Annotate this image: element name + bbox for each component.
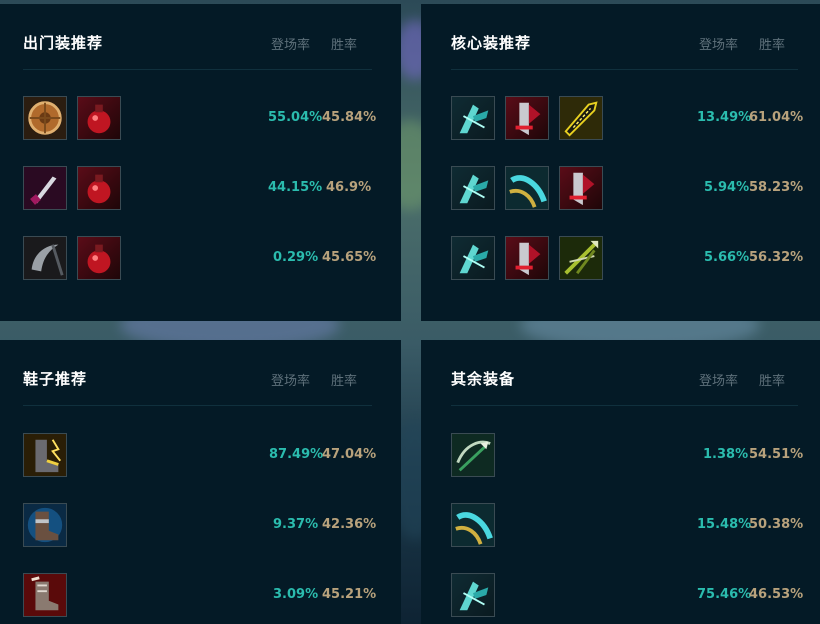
panel-title: 核心装推荐 (451, 34, 532, 52)
win-rate-header: 胜率 (759, 38, 786, 53)
health-potion-icon[interactable] (77, 96, 121, 140)
red-blade-item-icon[interactable] (505, 236, 549, 280)
blue-boots-icon[interactable] (23, 503, 67, 547)
win-rate-header: 胜率 (331, 38, 358, 53)
win-rate: 58.23% (749, 180, 804, 195)
win-rate: 45.65% (322, 250, 377, 265)
win-rate-header: 胜率 (331, 374, 358, 389)
gold-boots-icon[interactable] (23, 433, 67, 477)
cyan-bow-item-icon[interactable] (451, 503, 495, 547)
build-row[interactable]: 87.49% 47.04% (23, 433, 376, 477)
scythe-item-icon[interactable] (23, 236, 67, 280)
win-rate: 46.53% (749, 587, 804, 602)
cyan-blade-item-icon[interactable] (451, 236, 495, 280)
pick-rate: 9.37% (273, 517, 319, 532)
pick-rate: 55.04% (268, 110, 323, 125)
gold-sword-item-icon[interactable] (559, 96, 603, 140)
panel-title: 鞋子推荐 (23, 370, 88, 388)
win-rate: 56.32% (749, 250, 804, 265)
starting-items-panel: 出门装推荐 登场率 胜率 55.04% 45.84% 44.15% 46.9% (0, 4, 401, 321)
health-potion-icon[interactable] (77, 236, 121, 280)
pick-rate: 1.38% (703, 447, 749, 462)
pick-rate-header: 登场率 (699, 374, 739, 389)
win-rate: 61.04% (749, 110, 804, 125)
win-rate-header: 胜率 (759, 374, 786, 389)
panel-title: 其余装备 (451, 370, 516, 388)
build-row[interactable]: 55.04% 45.84% (23, 96, 376, 140)
build-row[interactable]: 3.09% 45.21% (23, 573, 376, 617)
pick-rate-header: 登场率 (271, 374, 311, 389)
win-rate: 50.38% (749, 517, 804, 532)
win-rate: 54.51% (749, 447, 804, 462)
cyan-blade-item-icon[interactable] (451, 573, 495, 617)
pick-rate: 5.94% (704, 180, 750, 195)
divider (451, 405, 798, 406)
boots-panel: 鞋子推荐 登场率 胜率 87.49% 47.04% 9.37% 42.36% 3… (0, 340, 401, 624)
red-boots-icon[interactable] (23, 573, 67, 617)
pick-rate-header: 登场率 (699, 38, 739, 53)
pick-rate: 3.09% (273, 587, 319, 602)
build-row[interactable]: 0.29% 45.65% (23, 236, 376, 280)
cyan-blade-item-icon[interactable] (451, 166, 495, 210)
cyan-bow-item-icon[interactable] (505, 166, 549, 210)
build-row[interactable]: 1.38% 54.51% (451, 433, 803, 477)
other-items-panel: 其余装备 登场率 胜率 1.38% 54.51% 15.48% 50.38% 7… (421, 340, 820, 624)
cyan-blade-item-icon[interactable] (451, 96, 495, 140)
pick-rate: 15.48% (697, 517, 752, 532)
divider (23, 69, 372, 70)
green-arrow-item-icon[interactable] (559, 236, 603, 280)
win-rate: 45.84% (322, 110, 377, 125)
pick-rate: 13.49% (697, 110, 752, 125)
shield-item-icon[interactable] (23, 96, 67, 140)
build-row[interactable]: 75.46% 46.53% (451, 573, 803, 617)
pick-rate: 44.15% (268, 180, 323, 195)
core-items-panel: 核心装推荐 登场率 胜率 13.49% 61.04% 5.94% 58.23% … (421, 4, 820, 321)
red-blade-item-icon[interactable] (559, 166, 603, 210)
build-row[interactable]: 9.37% 42.36% (23, 503, 376, 547)
red-blade-item-icon[interactable] (505, 96, 549, 140)
win-rate: 47.04% (322, 447, 377, 462)
win-rate: 46.9% (326, 180, 372, 195)
dagger-item-icon[interactable] (23, 166, 67, 210)
pick-rate-header: 登场率 (271, 38, 311, 53)
green-bow-item-icon[interactable] (451, 433, 495, 477)
win-rate: 42.36% (322, 517, 377, 532)
panel-title: 出门装推荐 (23, 34, 104, 52)
pick-rate: 0.29% (273, 250, 319, 265)
build-row[interactable]: 44.15% 46.9% (23, 166, 372, 210)
build-row[interactable]: 5.66% 56.32% (451, 236, 803, 280)
build-row[interactable]: 5.94% 58.23% (451, 166, 803, 210)
build-row[interactable]: 13.49% 61.04% (451, 96, 803, 140)
win-rate: 45.21% (322, 587, 377, 602)
divider (451, 69, 798, 70)
build-row[interactable]: 15.48% 50.38% (451, 503, 803, 547)
health-potion-icon[interactable] (77, 166, 121, 210)
pick-rate: 87.49% (269, 447, 324, 462)
pick-rate: 75.46% (697, 587, 752, 602)
pick-rate: 5.66% (704, 250, 750, 265)
divider (23, 405, 372, 406)
